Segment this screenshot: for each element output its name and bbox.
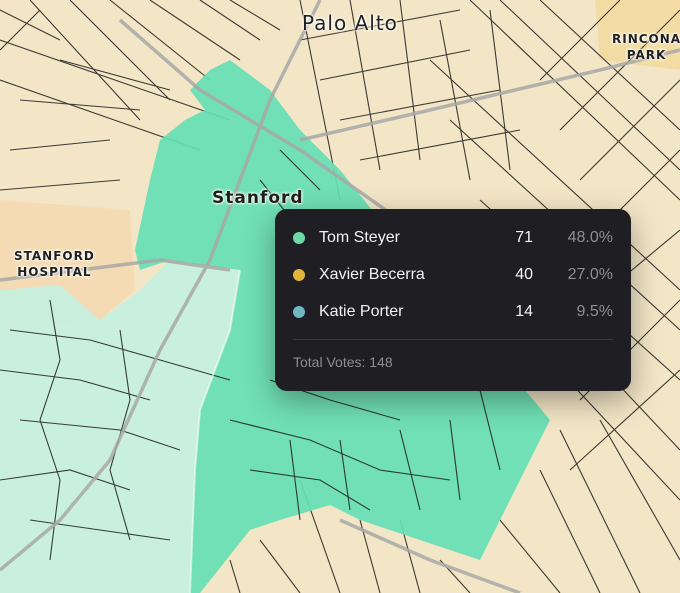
candidate-votes: 71	[515, 229, 533, 246]
candidate-percent: 48.0%	[567, 229, 613, 246]
candidate-votes: 14	[515, 303, 533, 320]
place-label-line: HOSPITAL	[17, 265, 92, 279]
candidate-row: Katie Porter 14 9.5%	[293, 300, 613, 324]
candidate-votes: 40	[515, 266, 533, 283]
place-label-line: STANFORD	[14, 249, 95, 263]
tooltip-divider	[293, 339, 613, 340]
candidate-row: Tom Steyer 71 48.0%	[293, 226, 613, 250]
candidate-name: Tom Steyer	[319, 229, 400, 246]
candidate-name: Xavier Becerra	[319, 266, 425, 283]
candidate-color-dot	[293, 232, 305, 244]
candidate-percent: 27.0%	[567, 266, 613, 283]
results-tooltip: Tom Steyer 71 48.0% Xavier Becerra 40 27…	[275, 209, 631, 391]
candidate-color-dot	[293, 306, 305, 318]
place-label-line: PARK	[626, 48, 667, 62]
candidate-percent: 9.5%	[576, 303, 613, 320]
total-votes: Total Votes: 148	[293, 354, 393, 370]
place-label-stanford-hospital: STANFORD HOSPITAL	[14, 248, 95, 280]
candidate-color-dot	[293, 269, 305, 281]
place-label-line: RINCONA	[612, 32, 680, 46]
place-label-stanford: Stanford	[212, 188, 304, 208]
candidate-name: Katie Porter	[319, 303, 404, 320]
candidate-row: Xavier Becerra 40 27.0%	[293, 263, 613, 287]
place-label-palo-alto: Palo Alto	[302, 11, 398, 35]
place-label-rinconada-park: RINCONA PARK	[612, 31, 680, 63]
